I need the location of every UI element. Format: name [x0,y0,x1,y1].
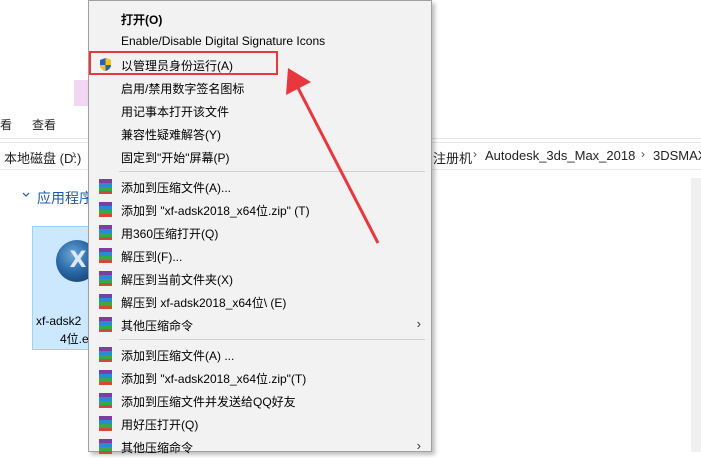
run-as-admin-highlight-box [89,51,278,75]
menu-separator [119,339,425,340]
menu-item-toggle-signature-icons-en[interactable]: Enable/Disable Digital Signature Icons [89,30,431,53]
winrar-icon [98,225,113,240]
breadcrumb-3dsmax-2018[interactable]: Autodesk_3ds_Max_2018 [485,148,635,163]
menu-item-open-with-360zip[interactable]: 用360压缩打开(Q) [89,221,431,244]
menu-item-label: 固定到"开始"屏幕(P) [121,151,230,165]
winrar-icon [98,248,113,263]
menu-item-extract-to-folder[interactable]: 解压到 xf-adsk2018_x64位\ (E) [89,290,431,313]
winrar-icon [98,271,113,286]
menu-item-label: 添加到压缩文件(A) ... [121,349,235,363]
breadcrumb-separator-icon: › [641,147,645,161]
menu-item-label: 添加到 "xf-adsk2018_x64位.zip"(T) [121,372,307,386]
menu-item-label: 兼容性疑难解答(Y) [121,128,221,142]
menu-item-label: 启用/禁用数字签名图标 [121,82,245,96]
winrar-icon [98,393,113,408]
menu-item-label: 其他压缩命令 [121,319,194,333]
menu-item-add-to-archive-2[interactable]: 添加到压缩文件(A) ... [89,343,431,366]
ribbon-tab-view[interactable]: 查看 [32,116,56,133]
menu-item-compat-troubleshoot[interactable]: 兼容性疑难解答(Y) [89,122,431,145]
winrar-icon [98,416,113,431]
menu-item-label: 添加到压缩文件(A)... [121,181,231,195]
winrar-icon [98,317,113,332]
menu-item-open-with-haozip[interactable]: 用好压打开(Q) [89,412,431,435]
submenu-arrow-icon: › [416,438,421,453]
menu-item-compress-and-send-qq[interactable]: 添加到压缩文件并发送给QQ好友 [89,389,431,412]
menu-separator [119,171,425,172]
breadcrumb-3dsmax[interactable]: 3DSMAX [653,148,701,163]
menu-item-label: 解压到 xf-adsk2018_x64位\ (E) [121,296,287,310]
breadcrumb-separator-icon: › [473,147,477,161]
submenu-arrow-icon: › [416,316,421,331]
menu-item-open[interactable]: 打开(O) [89,7,431,30]
menu-item-label: 添加到 "xf-adsk2018_x64位.zip" (T) [121,204,310,218]
group-header-applications[interactable]: 应用程序 [37,188,93,208]
winrar-icon [98,179,113,194]
breadcrumb-separator-icon: › [72,147,76,161]
ribbon-tab-partial[interactable]: 看 [0,116,12,133]
file-name-line2: 4位.e [60,332,89,346]
ribbon-manage-tab-highlight [74,80,88,106]
menu-item-add-to-zip-2[interactable]: 添加到 "xf-adsk2018_x64位.zip"(T) [89,366,431,389]
winrar-icon [98,347,113,362]
menu-item-add-to-zip[interactable]: 添加到 "xf-adsk2018_x64位.zip" (T) [89,198,431,221]
scrollbar[interactable] [691,178,701,452]
menu-item-label: 解压到当前文件夹(X) [121,273,233,287]
menu-item-pin-to-start[interactable]: 固定到"开始"屏幕(P) [89,145,431,168]
file-name-line1: xf-adsk2 [36,314,82,328]
menu-item-extract-here[interactable]: 解压到当前文件夹(X) [89,267,431,290]
menu-item-toggle-signature-icons[interactable]: 启用/禁用数字签名图标 [89,76,431,99]
menu-item-other-compress-commands-2[interactable]: 其他压缩命令 › [89,435,431,458]
menu-item-other-compress-commands[interactable]: 其他压缩命令 › [89,313,431,336]
winrar-icon [98,370,113,385]
chevron-down-icon[interactable] [22,191,30,199]
menu-item-add-to-archive[interactable]: 添加到压缩文件(A)... [89,175,431,198]
winrar-icon [98,202,113,217]
breadcrumb-keygen[interactable]: 注册机 [433,148,472,167]
menu-item-label: Enable/Disable Digital Signature Icons [121,34,326,48]
menu-item-label: 用好压打开(Q) [121,418,199,432]
menu-item-label: 添加到压缩文件并发送给QQ好友 [121,395,296,409]
menu-item-label: 用360压缩打开(Q) [121,227,219,241]
menu-item-label: 打开(O) [121,13,163,27]
menu-item-open-with-notepad[interactable]: 用记事本打开该文件 [89,99,431,122]
breadcrumb-drive[interactable]: 本地磁盘 (D:) [4,148,81,167]
menu-item-extract-to[interactable]: 解压到(F)... [89,244,431,267]
winrar-icon [98,294,113,309]
menu-item-label: 用记事本打开该文件 [121,105,230,119]
menu-item-label: 解压到(F)... [121,250,183,264]
menu-item-label: 其他压缩命令 [121,441,194,455]
